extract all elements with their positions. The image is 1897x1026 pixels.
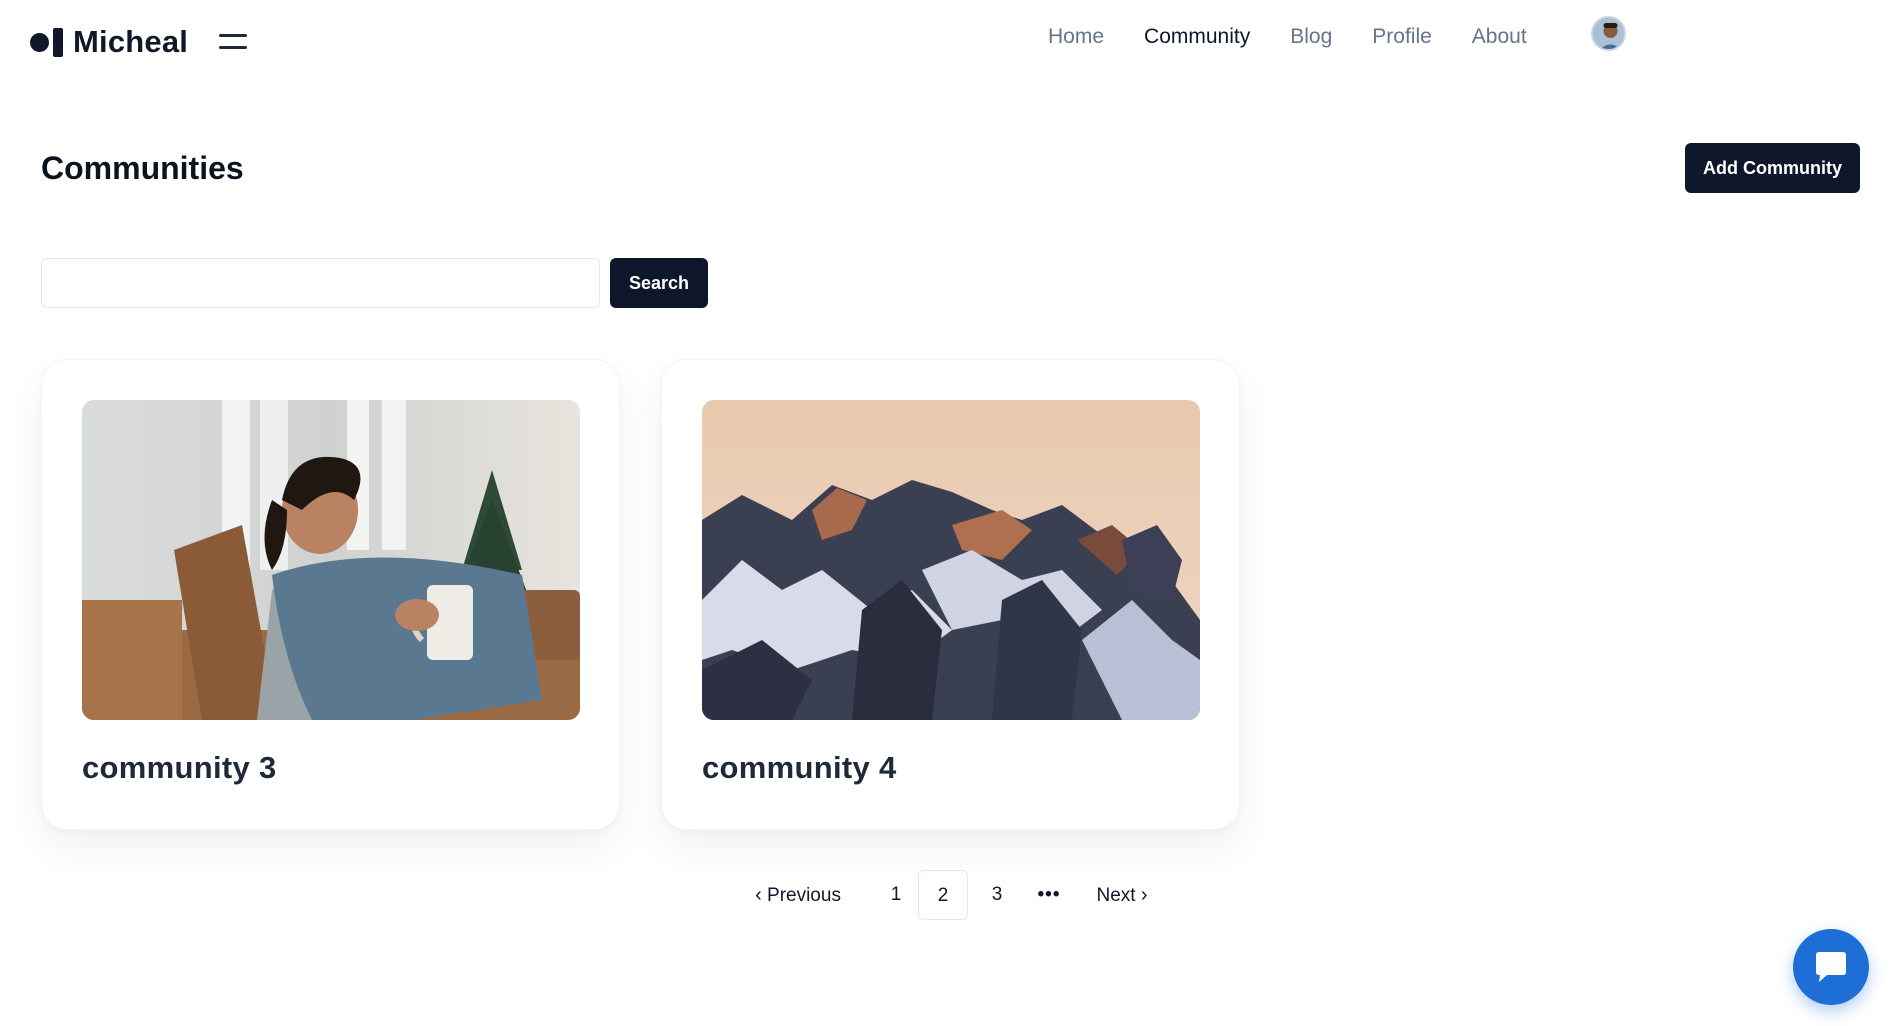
chat-button[interactable] — [1793, 929, 1869, 1005]
nav-about[interactable]: About — [1472, 25, 1527, 49]
top-navbar: Micheal Home Community Blog Profile Abou… — [0, 0, 1897, 84]
chevron-left-icon: ‹ — [755, 884, 762, 906]
nav-profile[interactable]: Profile — [1372, 25, 1432, 49]
page-3-button[interactable]: 3 — [972, 870, 1022, 920]
community-image — [702, 400, 1200, 720]
page-1-button[interactable]: 1 — [871, 870, 921, 920]
chat-bubble-icon — [1816, 952, 1846, 982]
community-card[interactable]: community 3 — [41, 359, 620, 830]
user-avatar[interactable] — [1591, 16, 1626, 51]
hamburger-menu-icon[interactable] — [219, 32, 247, 52]
community-image — [82, 400, 580, 720]
chevron-right-icon: › — [1140, 884, 1148, 906]
brand-name: Micheal — [73, 24, 189, 59]
search-button[interactable]: Search — [610, 258, 708, 308]
community-card[interactable]: community 4 — [661, 359, 1240, 830]
nav-blog[interactable]: Blog — [1290, 25, 1332, 49]
main-nav: Home Community Blog Profile About — [1048, 22, 1567, 52]
search-input[interactable] — [41, 258, 600, 308]
next-page-button[interactable]: Next › — [1082, 870, 1162, 920]
next-label: Next — [1096, 885, 1136, 906]
page: Micheal Home Community Blog Profile Abou… — [0, 0, 1897, 1026]
add-community-button[interactable]: Add Community — [1685, 143, 1860, 193]
brand-logo[interactable]: Micheal — [30, 24, 188, 60]
logo-mark-icon — [30, 27, 63, 57]
nav-community[interactable]: Community — [1144, 25, 1250, 49]
page-title: Communities — [41, 150, 244, 186]
previous-page-button[interactable]: ‹ Previous — [742, 870, 854, 920]
page-2-button[interactable]: 2 — [918, 870, 968, 920]
community-title: community 4 — [702, 750, 897, 785]
more-pages-ellipsis: ••• — [1037, 884, 1061, 905]
nav-home[interactable]: Home — [1048, 25, 1104, 49]
community-title: community 3 — [82, 750, 277, 785]
previous-label: Previous — [767, 885, 841, 906]
